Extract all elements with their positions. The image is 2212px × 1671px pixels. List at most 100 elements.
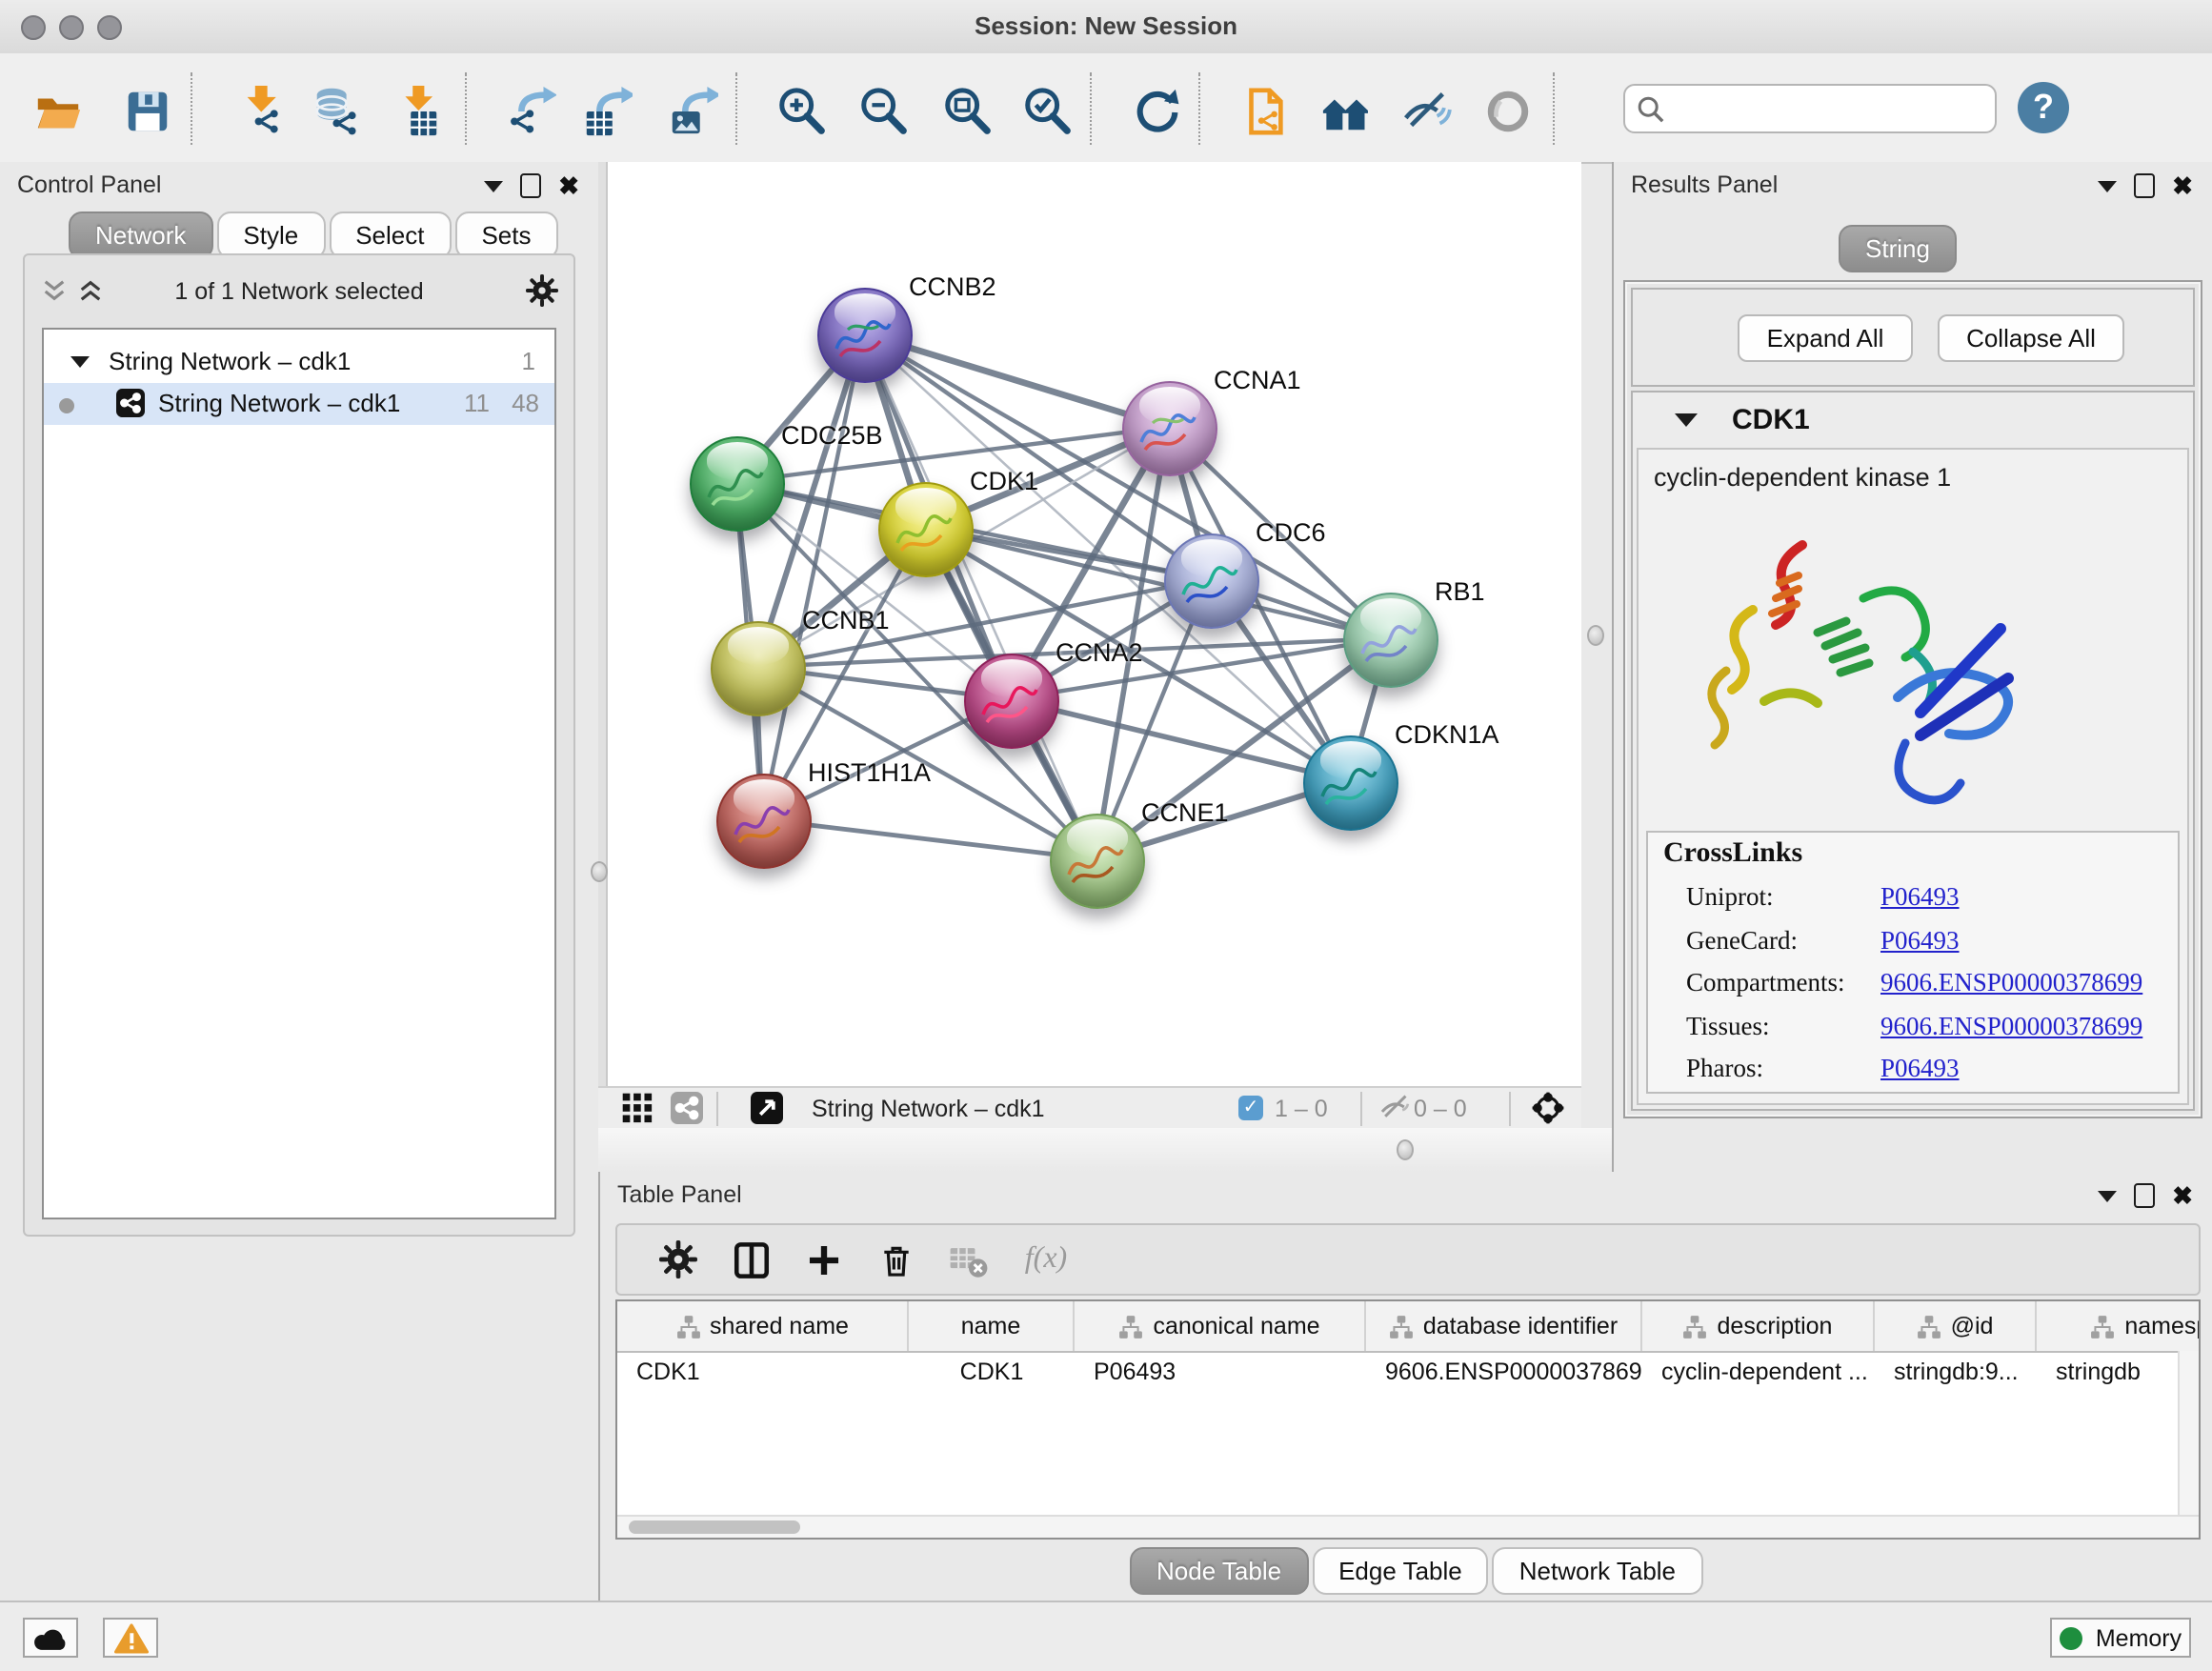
tab-string[interactable]: String	[1839, 225, 1957, 272]
right-splitter-handle[interactable]	[1587, 625, 1604, 646]
column-header-sharedname[interactable]: shared name	[617, 1301, 909, 1351]
table-horizontal-scrollbar[interactable]	[617, 1515, 2199, 1538]
expand-all-button[interactable]: Expand All	[1738, 314, 1913, 362]
float-panel-icon[interactable]	[520, 173, 541, 198]
zoom-in-button[interactable]	[766, 76, 835, 145]
refresh-view-button[interactable]	[1122, 76, 1191, 145]
crosslink-tissues-link[interactable]: 9606.ENSP00000378699	[1880, 1011, 2142, 1041]
hide-graphics-button[interactable]	[1391, 76, 1459, 145]
home-network-button[interactable]	[1311, 76, 1379, 145]
column-header-databaseidentifier[interactable]: database identifier	[1366, 1301, 1642, 1351]
node-ccnb1[interactable]	[711, 621, 806, 716]
cloud-status-button[interactable]	[23, 1618, 78, 1658]
import-table-button[interactable]	[381, 76, 450, 145]
network-row-selected[interactable]: String Network – cdk1 11 48	[44, 383, 554, 425]
node-ccna2[interactable]	[964, 654, 1059, 749]
node-label-rb1: RB1	[1435, 577, 1485, 606]
save-session-button[interactable]	[112, 76, 181, 145]
node-ccna1[interactable]	[1122, 381, 1217, 476]
tab-node-table[interactable]: Node Table	[1130, 1547, 1308, 1595]
node-hist1h1a[interactable]	[716, 774, 812, 869]
tab-style[interactable]: Style	[216, 211, 325, 259]
export-table-button[interactable]	[572, 76, 640, 145]
open-session-button[interactable]	[23, 76, 91, 145]
node-cdk1[interactable]	[878, 482, 974, 577]
show-graphics-button[interactable]	[1473, 76, 1541, 145]
network-view-toolbar: String Network – cdk1 ✓ 1 – 0 0 – 0	[598, 1086, 1581, 1132]
column-tree-icon	[1917, 1314, 1941, 1339]
node-rb1[interactable]	[1343, 593, 1438, 688]
search-field[interactable]	[1623, 84, 1997, 133]
left-splitter[interactable]	[598, 162, 606, 1128]
help-button[interactable]: ?	[2018, 82, 2069, 133]
column-header-id[interactable]: @id	[1875, 1301, 2037, 1351]
zoom-selected-button[interactable]	[1012, 76, 1080, 145]
network-collection-row[interactable]: String Network – cdk1 1	[44, 341, 554, 383]
column-header-canonicalname[interactable]: canonical name	[1075, 1301, 1366, 1351]
node-cdc25b[interactable]	[690, 436, 785, 532]
collapse-panel-icon[interactable]	[484, 180, 503, 191]
node-label-ccna2: CCNA2	[1056, 638, 1143, 667]
import-network-button[interactable]	[227, 76, 295, 145]
memory-status-dot	[2060, 1626, 2082, 1649]
export-network-button[interactable]	[495, 76, 564, 145]
zoom-fit-button[interactable]	[932, 76, 1000, 145]
document-network-button[interactable]	[1229, 76, 1297, 145]
float-results-panel-icon[interactable]	[2134, 173, 2155, 198]
close-panel-icon[interactable]: ✖	[558, 175, 579, 196]
table-cell: P06493	[1075, 1351, 1366, 1393]
node-cdc6[interactable]	[1164, 534, 1259, 629]
crosslink-uniprot-link[interactable]: P06493	[1880, 882, 1960, 913]
horizontal-splitter-handle[interactable]	[1397, 1139, 1414, 1160]
gene-entry-header[interactable]: CDK1	[1633, 393, 2193, 446]
column-header-description[interactable]: description	[1642, 1301, 1875, 1351]
grid-view-icon[interactable]	[613, 1084, 659, 1130]
node-ccnb2[interactable]	[817, 288, 913, 383]
crosslink-genecard-link[interactable]: P06493	[1880, 925, 1960, 956]
column-header-namespace[interactable]: namespace	[2037, 1301, 2201, 1351]
close-table-panel-icon[interactable]: ✖	[2172, 1185, 2193, 1206]
node-ccne1[interactable]	[1050, 814, 1145, 909]
collapse-all-button[interactable]: Collapse All	[1938, 314, 2124, 362]
tab-network-table[interactable]: Network Table	[1493, 1547, 1702, 1595]
network-view-mode-icon[interactable]	[663, 1084, 709, 1130]
node-label-ccne1: CCNE1	[1141, 798, 1229, 827]
crosslink-pharos-link[interactable]: P06493	[1880, 1054, 1960, 1084]
table-vertical-scrollbar[interactable]	[2178, 1351, 2199, 1519]
network-options-gear-icon[interactable]	[526, 274, 558, 316]
tab-edge-table[interactable]: Edge Table	[1312, 1547, 1489, 1595]
memory-button[interactable]: Memory	[2050, 1618, 2191, 1658]
export-image-button[interactable]	[657, 76, 726, 145]
crosslink-compartments-link[interactable]: 9606.ENSP00000378699	[1880, 968, 2142, 998]
node-cdkn1a[interactable]	[1303, 735, 1398, 831]
tab-sets[interactable]: Sets	[454, 211, 557, 259]
main-toolbar: ?	[0, 53, 2212, 164]
search-input[interactable]	[1675, 90, 1987, 131]
float-table-panel-icon[interactable]	[2134, 1183, 2155, 1208]
collection-expander-icon[interactable]	[70, 356, 90, 368]
network-canvas[interactable]: CCNB2 CCNA1 CDC25B CDK1 CDC6 RB1CCNB1 CC…	[606, 162, 1581, 1086]
birds-eye-crosshair-icon[interactable]	[1524, 1084, 1570, 1130]
collapse-results-panel-icon[interactable]	[2098, 180, 2117, 191]
column-tree-icon	[2090, 1314, 2115, 1339]
zoom-fit-icon	[940, 85, 992, 136]
open-view-in-window-icon[interactable]	[743, 1084, 789, 1130]
tab-select[interactable]: Select	[329, 211, 451, 259]
document-network-icon	[1237, 85, 1289, 136]
close-results-panel-icon[interactable]: ✖	[2172, 175, 2193, 196]
left-splitter-handle[interactable]	[591, 861, 608, 882]
table-options-gear-icon[interactable]	[655, 1237, 701, 1282]
delete-column-trash-icon[interactable]	[873, 1237, 918, 1282]
network-current-dot-icon	[59, 398, 74, 413]
collapse-table-panel-icon[interactable]	[2098, 1190, 2117, 1201]
table-row[interactable]: CDK1CDK1P064939606.ENSP00000378699cyclin…	[617, 1351, 2201, 1393]
warnings-button[interactable]	[103, 1618, 158, 1658]
import-database-button[interactable]	[301, 76, 370, 145]
column-header-name[interactable]: name	[909, 1301, 1075, 1351]
gene-expander-icon[interactable]	[1675, 413, 1698, 427]
selected-checkbox[interactable]: ✓	[1238, 1096, 1263, 1120]
show-columns-icon[interactable]	[728, 1237, 774, 1282]
zoom-out-button[interactable]	[848, 76, 916, 145]
create-column-plus-icon[interactable]	[800, 1237, 846, 1282]
tab-network[interactable]: Network	[69, 211, 212, 259]
